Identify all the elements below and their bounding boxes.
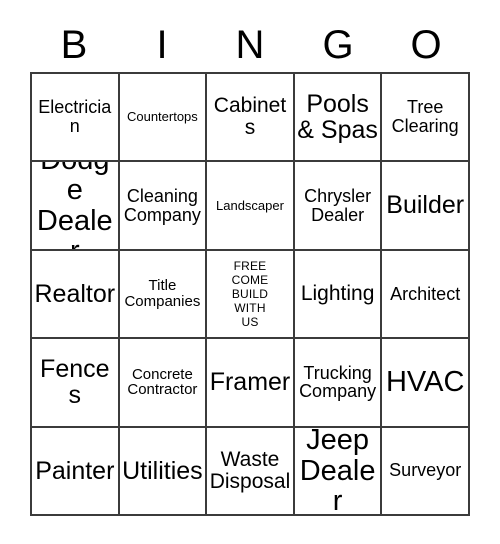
bingo-cell[interactable]: Cabinets bbox=[207, 74, 295, 163]
bingo-cell[interactable]: Surveyor bbox=[382, 427, 470, 516]
bingo-cell-label: Landscaper bbox=[216, 197, 284, 213]
bingo-cell-label: FREE COME BUILD WITH US bbox=[231, 258, 269, 330]
bingo-cell-label: Builder bbox=[386, 191, 465, 220]
bingo-cell[interactable]: Painter bbox=[32, 427, 120, 516]
bingo-header-letter-i: I bbox=[156, 23, 168, 67]
bingo-header: BINGO bbox=[30, 18, 470, 72]
bingo-cell-label: Electrician bbox=[38, 97, 112, 137]
bingo-cell[interactable]: Tree Clearing bbox=[382, 74, 470, 163]
bingo-cell[interactable]: Trucking Company bbox=[294, 339, 383, 428]
bingo-cell-label: Cabinets bbox=[213, 94, 287, 140]
bingo-cell-label: Dodge Dealer bbox=[36, 162, 113, 248]
bingo-cell[interactable]: Pools & Spas bbox=[294, 74, 383, 163]
bingo-header-letter-b: B bbox=[60, 23, 88, 67]
bingo-cell-label: HVAC bbox=[385, 366, 465, 399]
bingo-cell-label: Surveyor bbox=[389, 460, 462, 481]
bingo-cell-label: Countertops bbox=[126, 109, 198, 125]
bingo-cell-label: Pools & Spas bbox=[297, 89, 378, 145]
bingo-cell-label: Chrysler Dealer bbox=[304, 185, 372, 225]
bingo-cell[interactable]: Builder bbox=[382, 162, 470, 251]
bingo-free-space[interactable]: FREE COME BUILD WITH US bbox=[207, 250, 295, 340]
bingo-card: B I N G O Electrician Countertops Cabinets Pool… bbox=[0, 0, 500, 544]
bingo-cell[interactable]: Jeep Dealer bbox=[294, 427, 383, 516]
bingo-header-letter-n: N bbox=[235, 23, 265, 67]
bingo-cell[interactable]: Utilities bbox=[119, 427, 208, 516]
bingo-cell-label: Waste Disposal bbox=[209, 447, 291, 493]
bingo-cell-label: Fences bbox=[40, 355, 110, 410]
bingo-cell[interactable]: Chrysler Dealer bbox=[294, 162, 383, 251]
bingo-cell[interactable]: Waste Disposal bbox=[207, 427, 295, 516]
bingo-cell[interactable]: Lighting bbox=[294, 250, 383, 340]
bingo-cell[interactable]: Realtor bbox=[32, 250, 120, 340]
bingo-cell-label: Concrete Contractor bbox=[127, 365, 198, 399]
bingo-cell[interactable]: Architect bbox=[382, 250, 470, 340]
bingo-cell-label: Utilities bbox=[122, 456, 203, 485]
bingo-grid: Electrician Countertops Cabinets Pools & Sp… bbox=[30, 72, 470, 516]
bingo-cell-label: Jeep Dealer bbox=[299, 427, 376, 516]
bingo-cell-label: Lighting bbox=[300, 281, 375, 305]
bingo-cell[interactable]: Dodge Dealer bbox=[32, 162, 120, 251]
bingo-header-letter-g: G bbox=[322, 23, 354, 67]
bingo-cell[interactable]: Landscaper bbox=[207, 162, 295, 251]
bingo-cell[interactable]: Title Companies bbox=[119, 250, 208, 340]
bingo-cell[interactable]: Countertops bbox=[119, 74, 208, 163]
bingo-cell[interactable]: HVAC bbox=[382, 339, 470, 428]
bingo-cell-label: Cleaning Company bbox=[123, 185, 201, 225]
bingo-cell-label: Framer bbox=[209, 368, 291, 397]
bingo-cell[interactable]: Fences bbox=[32, 339, 120, 428]
bingo-cell[interactable]: Electrician bbox=[32, 74, 120, 163]
bingo-cell-label: Painter bbox=[35, 456, 115, 485]
bingo-cell[interactable]: Cleaning Company bbox=[119, 162, 208, 251]
bingo-cell-label: Title Companies bbox=[124, 277, 201, 310]
bingo-cell[interactable]: Framer bbox=[207, 339, 295, 428]
bingo-cell-label: Architect bbox=[390, 283, 461, 304]
bingo-cell-label: Realtor bbox=[34, 279, 116, 308]
bingo-cell-label: Trucking Company bbox=[299, 362, 377, 402]
bingo-cell-label: Tree Clearing bbox=[391, 97, 459, 137]
bingo-header-letter-o: O bbox=[410, 23, 442, 67]
bingo-cell[interactable]: Concrete Contractor bbox=[119, 339, 208, 428]
